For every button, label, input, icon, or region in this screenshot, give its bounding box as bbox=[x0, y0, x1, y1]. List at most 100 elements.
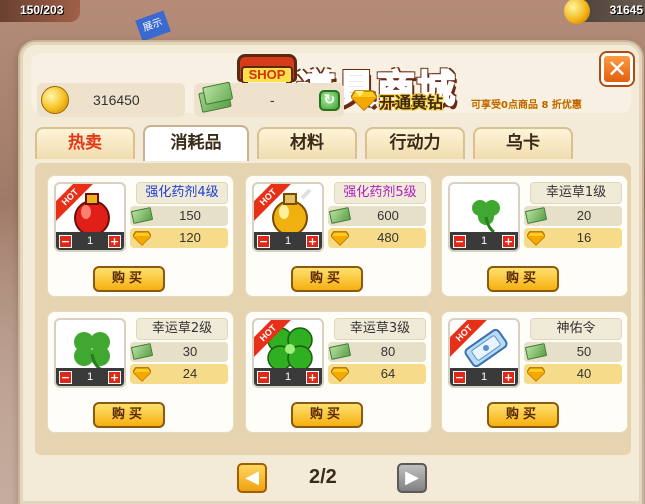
quantity-stepper: − 1 + bbox=[450, 232, 518, 250]
gem-price-value: 480 bbox=[377, 230, 399, 245]
cash-price-value: 80 bbox=[380, 344, 396, 359]
buy-button[interactable]: 购买 bbox=[291, 266, 363, 292]
quantity-value: 1 bbox=[284, 371, 292, 383]
cash-price: 80 bbox=[328, 342, 426, 362]
cash-price: 30 bbox=[130, 342, 228, 362]
category-tabs: 热卖 消耗品 材料 行动力 乌卡 bbox=[35, 125, 635, 163]
gem-price-value: 24 bbox=[182, 366, 198, 381]
item-name: 强化药剂4级 bbox=[136, 182, 228, 204]
quantity-value: 1 bbox=[86, 235, 94, 247]
decrease-button[interactable]: − bbox=[257, 234, 270, 248]
close-button[interactable]: ✕ bbox=[601, 53, 633, 85]
top-gold-text: 31645 bbox=[609, 3, 643, 17]
gem-price: 24 bbox=[130, 364, 228, 384]
gem-price: 480 bbox=[328, 228, 426, 248]
quantity-value: 1 bbox=[284, 235, 292, 247]
diamond-icon bbox=[133, 231, 151, 246]
cash-icon bbox=[198, 87, 232, 113]
cash-icon bbox=[130, 207, 154, 224]
increase-button[interactable]: + bbox=[502, 370, 515, 384]
cash-price: 50 bbox=[524, 342, 622, 362]
tab-wuka[interactable]: 乌卡 bbox=[473, 127, 573, 159]
item-name: 幸运草3级 bbox=[334, 318, 426, 340]
item-name: 强化药剂5级 bbox=[334, 182, 426, 204]
cash-icon bbox=[524, 343, 548, 360]
buy-button[interactable]: 购买 bbox=[487, 402, 559, 428]
cash-price: 20 bbox=[524, 206, 622, 226]
quantity-value: 1 bbox=[86, 371, 94, 383]
item-slot[interactable]: HOT − 1 + bbox=[54, 182, 126, 252]
tab-hot[interactable]: 热卖 bbox=[35, 127, 135, 159]
increase-button[interactable]: + bbox=[306, 370, 319, 384]
decrease-button[interactable]: − bbox=[59, 370, 72, 384]
increase-button[interactable]: + bbox=[306, 234, 319, 248]
decrease-button[interactable]: − bbox=[453, 234, 466, 248]
vip-description: 可享受0点商品 8 折优惠 bbox=[471, 100, 582, 111]
page-indicator: 2/2 bbox=[309, 466, 337, 488]
increase-button[interactable]: + bbox=[108, 370, 121, 384]
cash-price-value: 20 bbox=[576, 208, 592, 223]
item-card: HOT − 1 + 强化药剂5级 600 480 购买 bbox=[245, 175, 432, 297]
voucher-balance: - ↻ bbox=[194, 83, 344, 117]
quantity-value: 1 bbox=[480, 235, 488, 247]
gem-price: 64 bbox=[328, 364, 426, 384]
item-name: 幸运草1级 bbox=[530, 182, 622, 204]
gem-price: 40 bbox=[524, 364, 622, 384]
quantity-stepper: − 1 + bbox=[254, 368, 322, 386]
cash-price: 150 bbox=[130, 206, 228, 226]
increase-button[interactable]: + bbox=[108, 234, 121, 248]
cash-price-value: 50 bbox=[576, 344, 592, 359]
increase-button[interactable]: + bbox=[502, 234, 515, 248]
quantity-stepper: − 1 + bbox=[450, 368, 518, 386]
gem-price-value: 16 bbox=[576, 230, 592, 245]
item-card: HOT − 1 + 神佑令 50 40 购买 bbox=[441, 311, 628, 433]
cash-icon bbox=[328, 343, 352, 360]
decrease-button[interactable]: − bbox=[257, 370, 270, 384]
quantity-stepper: − 1 + bbox=[254, 232, 322, 250]
item-name: 神佑令 bbox=[530, 318, 622, 340]
gem-price: 16 bbox=[524, 228, 622, 248]
item-slot[interactable]: − 1 + bbox=[54, 318, 126, 388]
quantity-stepper: − 1 + bbox=[56, 232, 124, 250]
item-slot[interactable]: HOT − 1 + bbox=[252, 318, 324, 388]
buy-button[interactable]: 购买 bbox=[487, 266, 559, 292]
hp-bar: 150/203 bbox=[0, 0, 80, 22]
item-slot[interactable]: HOT − 1 + bbox=[252, 182, 324, 252]
tab-consumables[interactable]: 消耗品 bbox=[143, 125, 249, 161]
next-page-button[interactable]: ▶ bbox=[397, 463, 427, 493]
diamond-icon bbox=[527, 231, 545, 246]
decrease-button[interactable]: − bbox=[59, 234, 72, 248]
item-card: HOT − 1 + 幸运草3级 80 64 购买 bbox=[245, 311, 432, 433]
cash-price: 600 bbox=[328, 206, 426, 226]
buy-button[interactable]: 购买 bbox=[291, 402, 363, 428]
shop-panel: SHOP 道具商城 ✕ 316450 - ↻ 开通黄钻 可享受0点商品 8 折优… bbox=[20, 42, 642, 504]
item-slot[interactable]: HOT − 1 + bbox=[448, 318, 520, 388]
vip-title: 开通黄钻 bbox=[379, 93, 444, 112]
gold-balance: 316450 bbox=[37, 83, 185, 117]
yellow-diamond-icon bbox=[351, 90, 377, 111]
item-slot[interactable]: − 1 + bbox=[448, 182, 520, 252]
decrease-button[interactable]: − bbox=[453, 370, 466, 384]
cash-icon bbox=[130, 343, 154, 360]
item-name: 幸运草2级 bbox=[136, 318, 228, 340]
buy-button[interactable]: 购买 bbox=[93, 266, 165, 292]
diamond-icon bbox=[331, 367, 349, 382]
tab-stamina[interactable]: 行动力 bbox=[365, 127, 465, 159]
cash-price-value: 30 bbox=[182, 344, 198, 359]
cash-price-value: 600 bbox=[377, 208, 399, 223]
gem-price-value: 40 bbox=[576, 366, 592, 381]
gem-price-value: 64 bbox=[380, 366, 396, 381]
tab-materials[interactable]: 材料 bbox=[257, 127, 357, 159]
quantity-value: 1 bbox=[480, 371, 488, 383]
cash-icon bbox=[524, 207, 548, 224]
buy-button[interactable]: 购买 bbox=[93, 402, 165, 428]
prev-page-button[interactable]: ◀ bbox=[237, 463, 267, 493]
item-card: − 1 + 幸运草2级 30 24 购买 bbox=[47, 311, 234, 433]
vip-promo[interactable]: 开通黄钻 可享受0点商品 8 折优惠 bbox=[351, 87, 641, 119]
cash-price-value: 150 bbox=[179, 208, 201, 223]
gold-value: 316450 bbox=[93, 92, 140, 108]
refresh-button[interactable]: ↻ bbox=[319, 90, 340, 111]
diamond-icon bbox=[133, 367, 151, 382]
item-grid: HOT − 1 + 强化药剂4级 150 120 购买 HOT − 1 + 强化… bbox=[35, 163, 631, 455]
cash-icon bbox=[328, 207, 352, 224]
